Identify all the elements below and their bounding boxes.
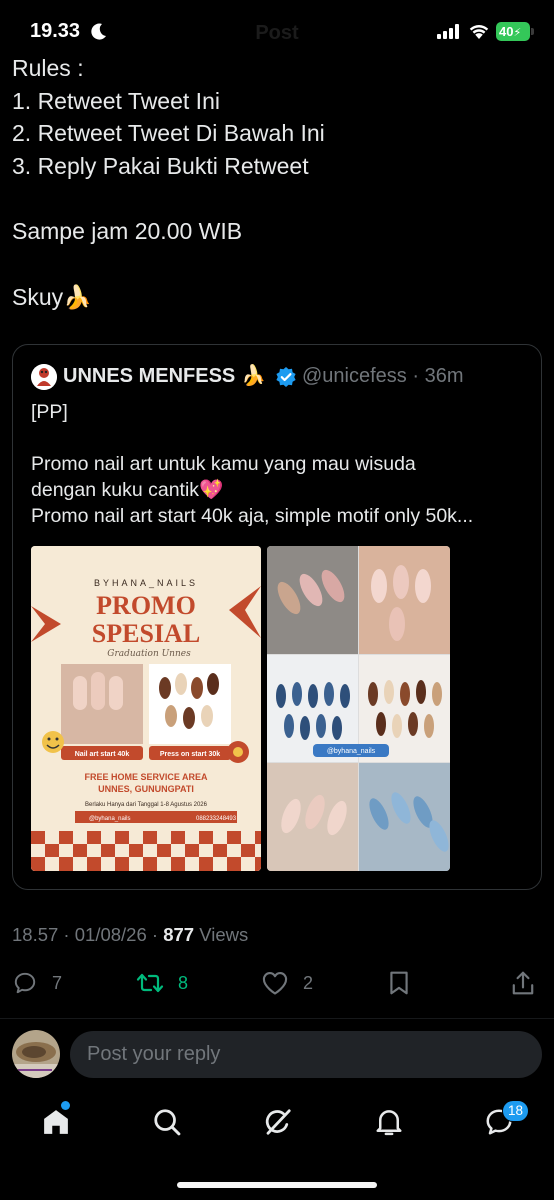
user-avatar[interactable] — [12, 1030, 60, 1078]
quote-blank-line — [31, 425, 531, 451]
poster-instagram: @byhana_nails — [89, 816, 130, 822]
poster-service-2: UNNES, GUNUNGPATI — [98, 784, 194, 794]
tweet-line: 1. Retweet Tweet Ini — [12, 87, 220, 114]
tweet-text: Rules : 1. Retweet Tweet Ini 2. Retweet … — [12, 52, 542, 313]
bookmark-button[interactable] — [387, 968, 411, 998]
banana-emoji: 🍌 — [241, 365, 266, 387]
promo-poster-image[interactable]: BYHANA_NAILS PROMO SPESIAL Graduation Un… — [31, 546, 261, 871]
share-icon — [512, 971, 534, 995]
like-icon — [262, 972, 288, 995]
nav-notifications[interactable] — [371, 1104, 407, 1140]
tweet-timestamp: 18.57 · 01/08/26 · — [12, 924, 164, 945]
tweet-line: Skuy🍌 — [12, 283, 92, 310]
poster-title-1: PROMO — [96, 591, 196, 620]
battery-cap — [531, 28, 534, 35]
tweet-line: 2. Retweet Tweet Di Bawah Ini — [12, 120, 325, 146]
notifications-icon — [376, 1110, 402, 1136]
reply-button[interactable]: 7 — [12, 968, 62, 998]
reply-icon — [14, 972, 36, 994]
verified-badge-icon — [276, 367, 296, 387]
nav-search[interactable] — [149, 1104, 185, 1140]
battery-level: 40 — [499, 24, 514, 39]
home-unread-dot — [61, 1101, 70, 1110]
nav-grok[interactable] — [260, 1104, 296, 1140]
nav-home[interactable] — [38, 1104, 74, 1140]
poster-script: Graduation Unnes — [107, 649, 191, 659]
quote-body: [PP] Promo nail art untuk kamu yang mau … — [31, 399, 531, 529]
quoted-tweet-card[interactable]: UNNES MENFESS 🍌 @unicefess · 36m [PP] Pr… — [12, 344, 542, 890]
poster-checkerboard — [31, 831, 261, 871]
quote-author-name[interactable]: UNNES MENFESS — [63, 365, 235, 388]
tweet-line: Rules : — [12, 55, 84, 81]
quote-line: dengan kuku cantik💖 — [31, 479, 224, 501]
menfess-logo-icon — [31, 364, 57, 390]
home-icon — [44, 1110, 68, 1134]
poster-price-1: Nail art start 40k — [75, 751, 130, 758]
quote-line: Promo nail art start 40k aja, simple mot… — [31, 505, 474, 527]
quote-line: Promo nail art untuk kamu yang mau wisud… — [31, 453, 416, 475]
views-label: Views — [194, 924, 249, 945]
search-icon — [154, 1109, 181, 1136]
quote-handle-time: @unicefess · 36m — [302, 365, 464, 387]
tweet-line: Sampe jam 20.00 WIB — [12, 218, 243, 244]
poster-price-2: Press on start 30k — [160, 751, 220, 758]
signal-icon — [437, 24, 459, 39]
messages-badge: 18 — [502, 1100, 529, 1122]
reply-input[interactable] — [70, 1031, 542, 1078]
home-indicator — [177, 1182, 377, 1188]
divider — [0, 1018, 554, 1019]
photo-watermark: @byhana_nails — [327, 748, 376, 755]
promo-poster-graphic: BYHANA_NAILS PROMO SPESIAL Graduation Un… — [31, 546, 261, 871]
tweet-meta: 18.57 · 01/08/26 · 877 Views — [12, 924, 248, 946]
views-count: 877 — [163, 924, 195, 945]
poster-service-1: FREE HOME SERVICE AREA — [84, 772, 208, 782]
poster-brand: BYHANA_NAILS — [94, 578, 198, 588]
bookmark-icon — [390, 971, 408, 995]
nail-collage-image[interactable]: @byhana_nails — [267, 546, 450, 871]
wifi-icon — [469, 25, 489, 39]
share-button[interactable] — [511, 968, 535, 998]
poster-validity: Berlaku Hanya dari Tanggal 1-8 Agustus 2… — [85, 802, 208, 808]
tweet-line: 3. Reply Pakai Bukti Retweet — [12, 152, 309, 179]
grok-icon — [265, 1109, 291, 1135]
user-avatar-graphic — [12, 1030, 60, 1078]
quote-avatar[interactable] — [31, 364, 57, 390]
retweet-button[interactable]: 8 — [136, 968, 188, 998]
retweet-count: 8 — [178, 972, 189, 993]
like-count: 2 — [303, 972, 314, 993]
retweet-icon — [136, 973, 164, 993]
quote-line: [PP] — [31, 401, 68, 423]
poster-phone: 088233248493 — [196, 816, 237, 822]
like-button[interactable]: 2 — [261, 968, 313, 998]
battery-icon: 40⚡ — [496, 22, 530, 41]
nail-collage-graphic: @byhana_nails — [267, 546, 450, 871]
reply-count: 7 — [52, 972, 63, 993]
poster-title-2: SPESIAL — [92, 619, 200, 648]
